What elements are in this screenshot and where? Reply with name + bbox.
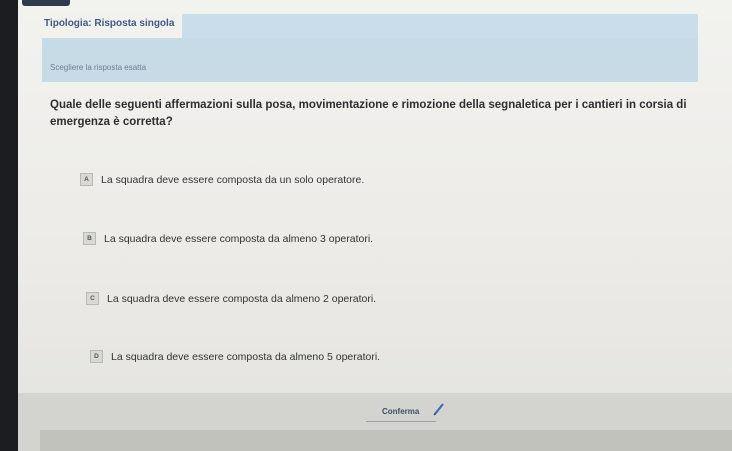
instruction-text: Scegliere la risposta esatta: [50, 63, 147, 72]
confirm-button-label: Conferma: [382, 406, 420, 416]
option-letter-badge: D: [90, 350, 103, 363]
option-text: La squadra deve essere composta da un so…: [101, 173, 365, 186]
confirm-button[interactable]: Conferma: [358, 400, 442, 422]
answer-option-b[interactable]: B La squadra deve essere composta da alm…: [83, 232, 373, 245]
answer-option-d[interactable]: D La squadra deve essere composta da alm…: [90, 350, 380, 363]
option-letter-badge: C: [86, 292, 99, 305]
option-letter-badge: A: [80, 173, 93, 186]
top-strip: [22, 0, 70, 6]
option-text: La squadra deve essere composta da almen…: [111, 350, 381, 363]
option-letter-badge: B: [83, 232, 96, 245]
question-text: Quale delle seguenti affermazioni sulla …: [50, 99, 687, 128]
topic-title: Tipologia: Risposta singola: [44, 18, 175, 29]
confirm-underline: [366, 421, 436, 422]
answer-option-c[interactable]: C La squadra deve essere composta da alm…: [86, 292, 376, 305]
pen-icon: [433, 403, 444, 416]
option-text: La squadra deve essere composta da almen…: [107, 292, 377, 305]
option-text: La squadra deve essere composta da almen…: [104, 232, 374, 245]
instruction-box: [42, 38, 698, 82]
footer-bottom-band: [40, 430, 732, 451]
answer-option-a[interactable]: A La squadra deve essere composta da un …: [80, 173, 364, 186]
